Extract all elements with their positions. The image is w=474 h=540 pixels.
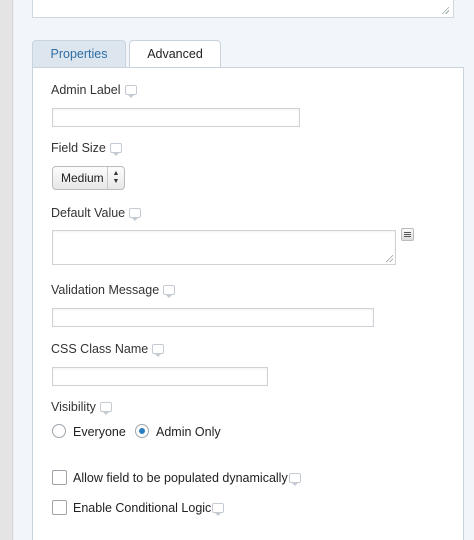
default-value-heading: Default Value	[51, 206, 142, 221]
visibility-heading: Visibility	[51, 400, 112, 415]
advanced-tab-content: Admin Label Field Size Medium ▲ ▼ Default…	[32, 67, 464, 540]
admin-label-input[interactable]	[52, 108, 300, 127]
populate-dynamically-checkbox[interactable]	[52, 470, 67, 485]
visibility-admin-only-radio[interactable]	[135, 424, 149, 438]
tab-advanced[interactable]: Advanced	[129, 40, 221, 68]
css-class-input[interactable]	[52, 367, 268, 386]
tooltip-icon[interactable]	[99, 401, 112, 415]
field-size-heading: Field Size	[51, 141, 122, 156]
visibility-everyone-radio[interactable]	[52, 424, 66, 438]
conditional-logic-checkbox[interactable]	[52, 500, 67, 515]
field-size-select[interactable]: Medium ▲ ▼	[52, 166, 125, 190]
validation-message-input[interactable]	[52, 308, 374, 327]
resize-grip-icon[interactable]	[441, 6, 449, 14]
conditional-logic-label: Enable Conditional Logic	[73, 501, 212, 515]
validation-message-heading: Validation Message	[51, 283, 176, 298]
populate-dynamically-label: Allow field to be populated dynamically	[73, 471, 288, 485]
populate-dynamically-heading[interactable]: Allow field to be populated dynamically	[73, 471, 301, 486]
admin-label-text: Admin Label	[51, 83, 121, 97]
tooltip-icon[interactable]	[129, 207, 142, 221]
conditional-logic-heading[interactable]: Enable Conditional Logic	[73, 501, 225, 516]
tooltip-icon[interactable]	[109, 142, 122, 156]
tooltip-icon[interactable]	[124, 84, 137, 98]
tooltip-icon[interactable]	[152, 343, 165, 357]
css-class-text: CSS Class Name	[51, 342, 149, 356]
left-gutter	[0, 0, 13, 540]
updown-arrows-icon: ▲ ▼	[107, 167, 124, 189]
visibility-everyone-label[interactable]: Everyone	[73, 425, 126, 439]
merge-tag-icon[interactable]	[401, 228, 414, 241]
visibility-text: Visibility	[51, 400, 96, 414]
validation-message-text: Validation Message	[51, 283, 160, 297]
resize-grip-icon[interactable]	[385, 254, 393, 262]
tooltip-icon[interactable]	[163, 284, 176, 298]
tooltip-icon[interactable]	[288, 472, 301, 486]
previous-textarea[interactable]	[32, 0, 454, 18]
field-size-text: Field Size	[51, 141, 106, 155]
visibility-admin-only-label[interactable]: Admin Only	[156, 425, 221, 439]
default-value-textarea[interactable]	[52, 230, 396, 265]
css-class-heading: CSS Class Name	[51, 342, 165, 357]
default-value-text: Default Value	[51, 206, 126, 220]
admin-label-heading: Admin Label	[51, 83, 137, 98]
tooltip-icon[interactable]	[212, 502, 225, 516]
tab-properties[interactable]: Properties	[32, 40, 126, 67]
field-size-value: Medium	[61, 171, 104, 185]
